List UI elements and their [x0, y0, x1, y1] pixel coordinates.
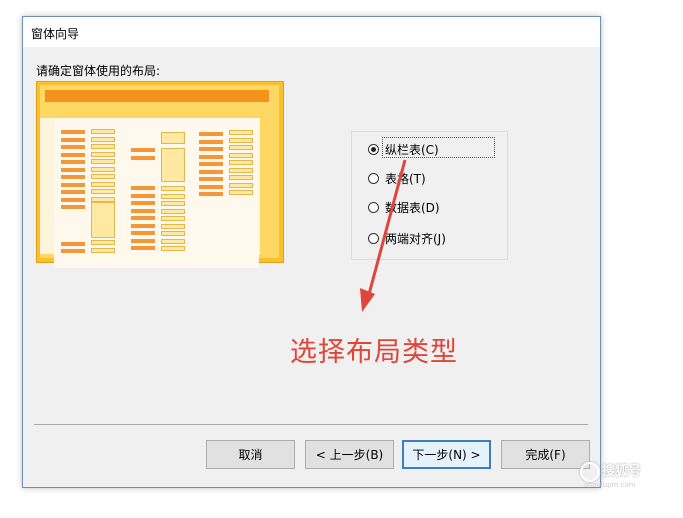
option-datasheet[interactable]: 数据表(D): [368, 198, 440, 216]
preview-label: [61, 242, 85, 246]
preview-field: [161, 132, 185, 144]
preview-field: [91, 136, 115, 142]
title-bar: 窗体向导: [23, 17, 600, 47]
option-tabular[interactable]: 表格(T): [368, 169, 426, 187]
preview-field: [229, 175, 253, 180]
preview-field: [161, 201, 185, 206]
preview-field: [91, 196, 115, 202]
preview-field: [91, 248, 115, 253]
preview-field: [229, 167, 253, 173]
preview-field: [161, 231, 185, 236]
preview-field: [91, 159, 115, 164]
watermark-logo-icon: [580, 461, 600, 482]
preview-field: [91, 174, 115, 179]
preview-label: [131, 193, 155, 198]
option-justified[interactable]: 两端对齐(J): [368, 229, 446, 247]
button-separator: [34, 424, 588, 425]
back-button[interactable]: < 上一步(B): [305, 440, 394, 469]
preview-label: [61, 137, 85, 142]
preview-field: [229, 130, 253, 135]
preview-field: [161, 246, 185, 251]
preview-label: [199, 184, 223, 189]
preview-label: [131, 216, 155, 220]
preview-label: [199, 177, 223, 181]
radio-datasheet[interactable]: [368, 201, 379, 213]
form-wizard-dialog: 窗体向导 请确定窗体使用的布局: 纵栏表(C) 表格(T) 数据表(D) 两端对…: [22, 16, 601, 488]
preview-field: [91, 144, 115, 149]
preview-field: [229, 137, 253, 143]
radio-justified[interactable]: [368, 232, 379, 244]
preview-field: [229, 145, 253, 150]
preview-label: [199, 139, 223, 144]
preview-label: [61, 145, 85, 149]
preview-label: [131, 156, 155, 160]
option-tabular-label[interactable]: 表格(T): [385, 170, 426, 187]
preview-label: [131, 186, 155, 190]
preview-label: [131, 231, 155, 235]
preview-field: [229, 190, 253, 195]
preview-label: [61, 182, 85, 187]
preview-field: [161, 238, 185, 244]
option-columnar-label[interactable]: 纵栏表(C): [385, 141, 439, 158]
watermark-text: 搜狐号: [602, 464, 642, 479]
preview-label: [61, 197, 85, 202]
preview-label: [131, 238, 155, 243]
preview-label: [61, 190, 85, 194]
preview-field: [161, 193, 185, 199]
preview-field: [161, 223, 185, 229]
preview-label: [199, 169, 223, 174]
preview-field: [91, 129, 115, 134]
preview-label: [199, 192, 223, 196]
preview-label: [131, 148, 155, 152]
preview-field: [91, 240, 115, 245]
preview-field: [161, 186, 185, 191]
preview-header-bar: [45, 90, 269, 102]
preview-memo-field: [91, 202, 115, 238]
preview-field: [229, 152, 253, 158]
preview-label: [131, 223, 155, 228]
watermark: 搜狐号: [580, 460, 641, 482]
preview-field: [91, 166, 115, 172]
preview-label: [61, 167, 85, 172]
preview-label: [61, 152, 85, 157]
preview-label: [131, 201, 155, 205]
next-button[interactable]: 下一步(N) >: [402, 440, 491, 469]
preview-label: [61, 249, 85, 253]
preview-label: [199, 132, 223, 136]
preview-label: [61, 160, 85, 164]
option-justified-label[interactable]: 两端对齐(J): [385, 230, 446, 247]
layout-prompt: 请确定窗体使用的布局:: [36, 64, 161, 78]
preview-field: [91, 151, 115, 157]
preview-field: [161, 216, 185, 221]
preview-field: [229, 182, 253, 188]
radio-tabular[interactable]: [368, 172, 379, 184]
layout-preview-image: [36, 81, 284, 268]
option-datasheet-label[interactable]: 数据表(D): [385, 199, 440, 216]
preview-label: [199, 162, 223, 166]
preview-memo-field: [161, 148, 185, 182]
preview-label: [61, 175, 85, 179]
window-title: 窗体向导: [31, 27, 80, 41]
radio-columnar[interactable]: [368, 143, 379, 155]
preview-label: [61, 205, 85, 209]
preview-field: [161, 208, 185, 214]
finish-button[interactable]: 完成(F): [501, 440, 590, 469]
preview-field: [91, 181, 115, 187]
option-columnar[interactable]: 纵栏表(C): [368, 140, 439, 158]
preview-field: [91, 189, 115, 194]
annotation-text: 选择布局类型: [290, 337, 458, 368]
preview-label: [131, 208, 155, 213]
preview-label: [61, 130, 85, 134]
preview-label: [199, 147, 223, 151]
preview-label: [131, 246, 155, 250]
cancel-button[interactable]: 取消: [206, 440, 295, 469]
layout-option-group: 纵栏表(C) 表格(T) 数据表(D) 两端对齐(J): [351, 131, 508, 260]
preview-label: [199, 154, 223, 159]
preview-field: [229, 160, 253, 165]
watermark-url: shoulupm.com: [584, 481, 636, 489]
